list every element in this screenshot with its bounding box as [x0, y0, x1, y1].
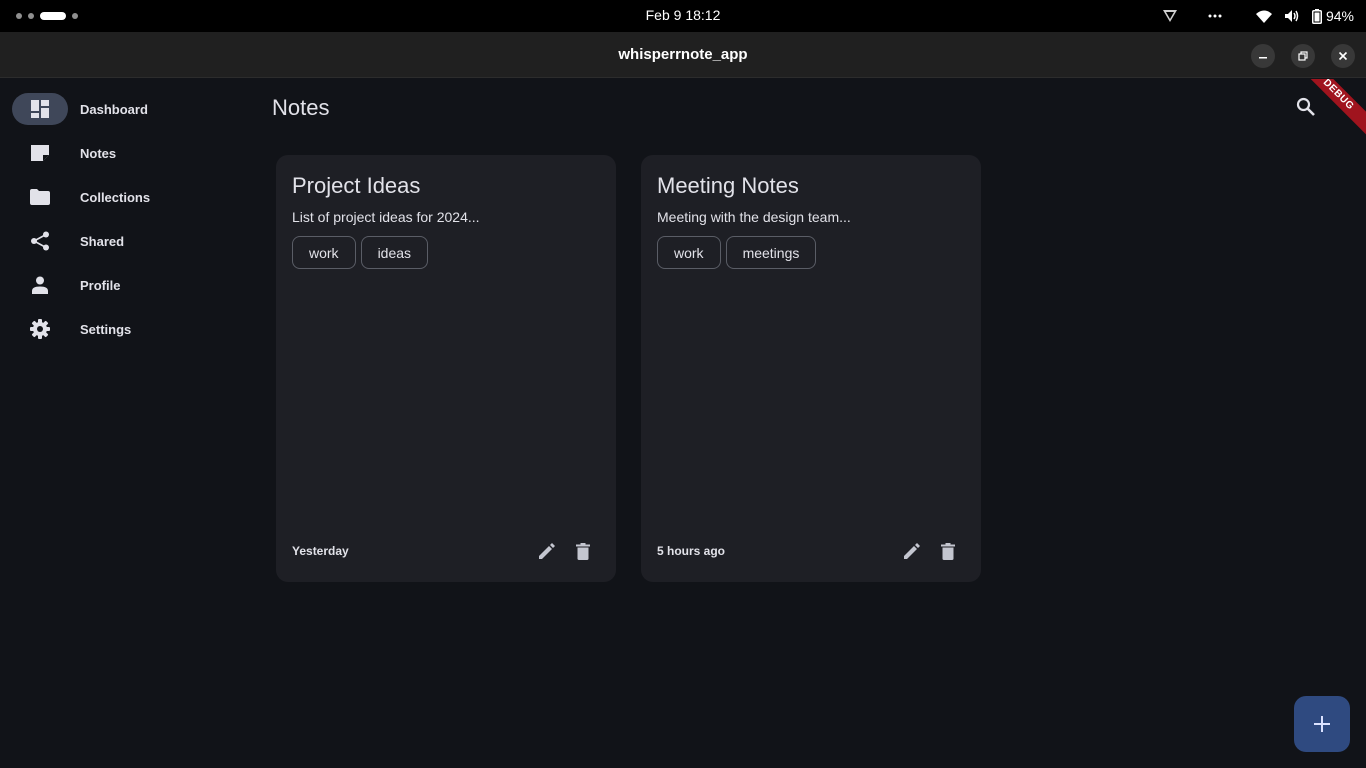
wifi-icon [1255, 10, 1272, 23]
note-updated: 5 hours ago [657, 544, 726, 558]
system-tray[interactable]: 94% [1162, 6, 1354, 26]
battery-percent: 94% [1325, 8, 1354, 24]
nav-item-profile[interactable]: Profile [12, 269, 242, 301]
plus-icon [1314, 716, 1330, 732]
tag-chip[interactable]: meetings [725, 236, 817, 269]
add-note-button[interactable] [1294, 696, 1350, 752]
close-button[interactable] [1331, 44, 1355, 68]
nav-item-shared[interactable]: Shared [12, 225, 242, 257]
tag-list: work meetings [657, 236, 817, 269]
search-button[interactable] [1292, 93, 1320, 121]
nav-label: Shared [80, 233, 125, 249]
volume-icon [1284, 9, 1300, 23]
battery-icon [1311, 8, 1322, 24]
trash-icon [576, 542, 590, 560]
tag-chip[interactable]: work [657, 236, 721, 269]
close-icon [1338, 51, 1348, 61]
person-icon [12, 269, 68, 301]
search-icon [1296, 97, 1315, 116]
note-icon [12, 137, 68, 169]
page-title: Notes [272, 95, 330, 120]
share-icon [12, 225, 68, 257]
window-title-bar[interactable]: whisperrnote_app [0, 32, 1366, 78]
navigation-rail: Dashboard Notes Collections Shared Profi… [0, 79, 256, 768]
note-updated: Yesterday [292, 544, 349, 558]
app-body: Dashboard Notes Collections Shared Profi… [0, 79, 1366, 768]
ellipsis-icon[interactable] [1208, 14, 1222, 18]
vpn-icon [1162, 9, 1178, 23]
pencil-icon [904, 543, 920, 559]
nav-label: Collections [80, 189, 151, 205]
edit-button[interactable] [536, 540, 558, 562]
nav-label: Profile [80, 277, 121, 293]
tag-chip[interactable]: work [292, 236, 356, 269]
note-title: Project Ideas [292, 173, 421, 198]
nav-item-settings[interactable]: Settings [12, 313, 242, 345]
delete-button[interactable] [937, 540, 959, 562]
folder-icon [12, 181, 68, 213]
delete-button[interactable] [572, 540, 594, 562]
minimize-button[interactable] [1251, 44, 1275, 68]
nav-label: Dashboard [80, 101, 148, 117]
maximize-button[interactable] [1291, 44, 1315, 68]
nav-item-notes[interactable]: Notes [12, 137, 242, 169]
note-preview: Meeting with the design team... [657, 209, 851, 225]
nav-label: Settings [80, 321, 132, 337]
minimize-icon [1259, 57, 1267, 59]
note-card-project-ideas[interactable]: Project Ideas List of project ideas for … [276, 155, 616, 582]
tag-list: work ideas [292, 236, 429, 269]
gear-icon [12, 313, 68, 345]
tag-chip[interactable]: ideas [360, 236, 429, 269]
dashboard-icon [12, 93, 68, 125]
restore-icon [1298, 51, 1308, 61]
nav-label: Notes [80, 145, 117, 161]
pencil-icon [539, 543, 555, 559]
nav-item-dashboard[interactable]: Dashboard [12, 93, 242, 125]
note-title: Meeting Notes [657, 173, 799, 198]
nav-item-collections[interactable]: Collections [12, 181, 242, 213]
note-preview: List of project ideas for 2024... [292, 209, 480, 225]
system-top-bar: Feb 9 18:12 94% [0, 0, 1366, 32]
trash-icon [941, 542, 955, 560]
note-card-meeting-notes[interactable]: Meeting Notes Meeting with the design te… [641, 155, 981, 582]
edit-button[interactable] [901, 540, 923, 562]
window-title: whisperrnote_app [618, 46, 748, 63]
